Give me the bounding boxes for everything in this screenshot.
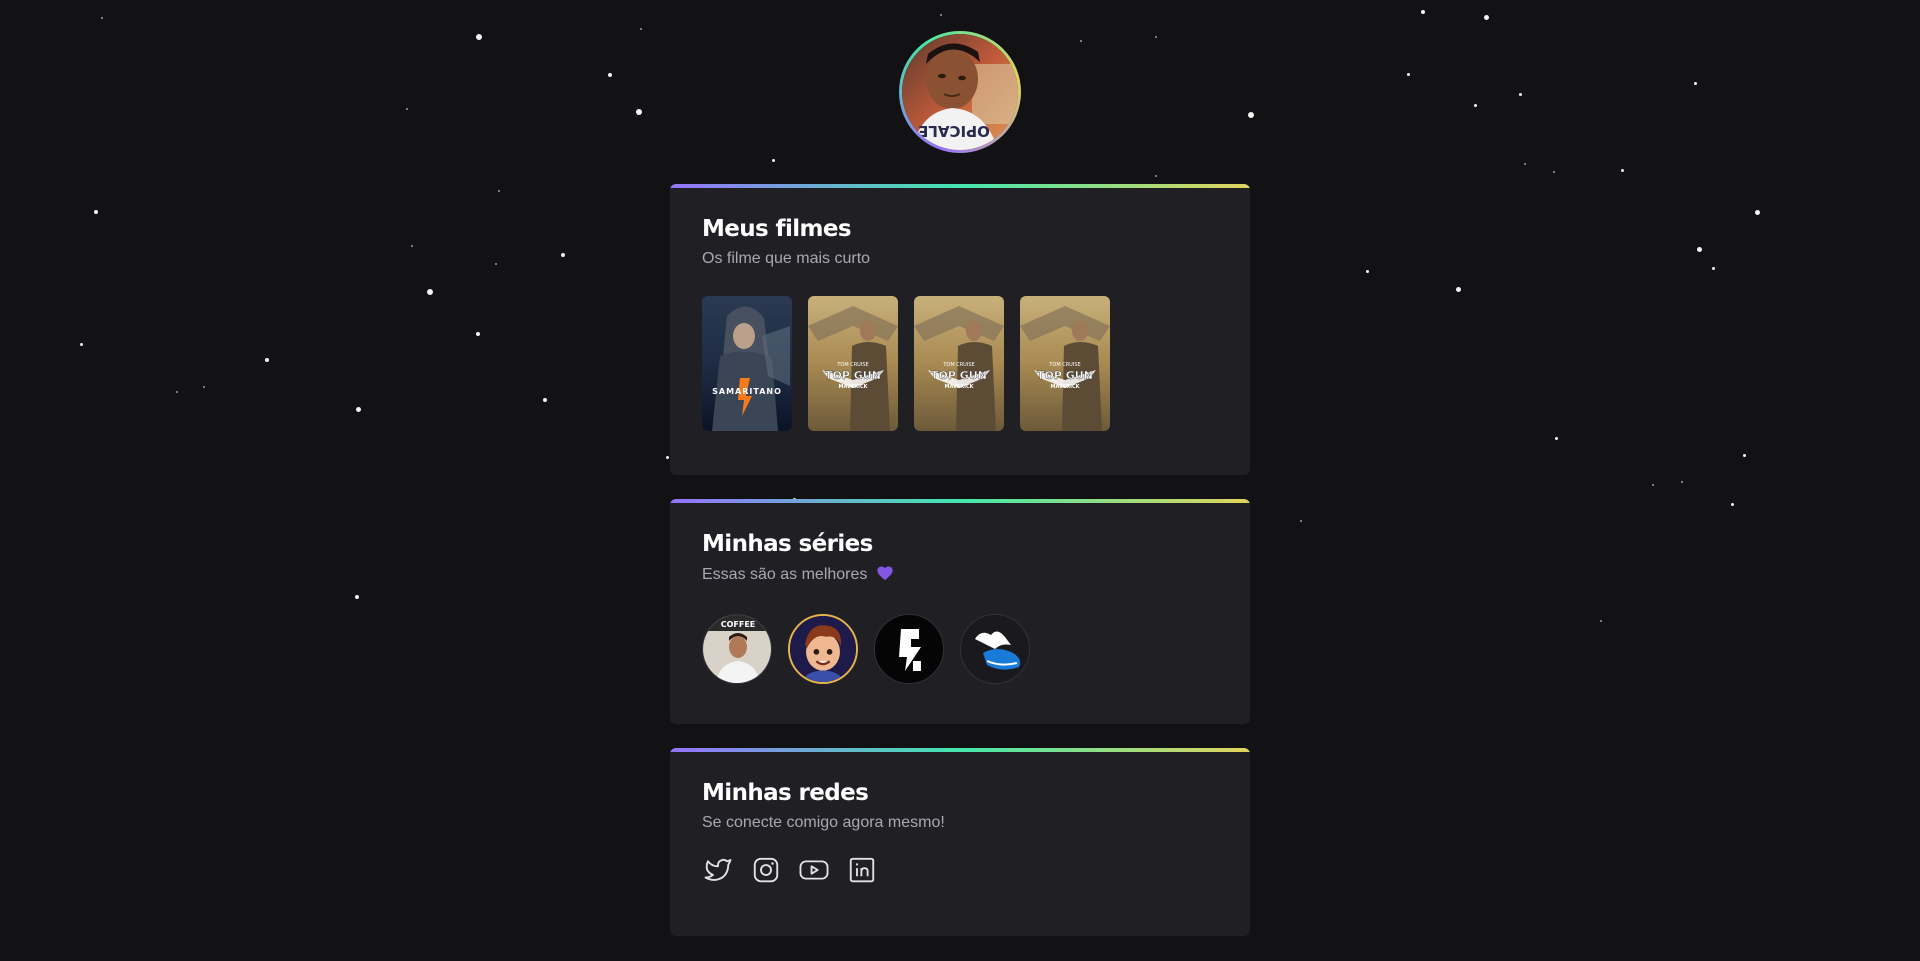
movies-subtitle: Os filme que mais curto xyxy=(702,250,871,267)
svg-text:MAVERICK: MAVERICK xyxy=(1050,384,1080,390)
linkedin-link[interactable] xyxy=(846,854,878,886)
profile-avatar[interactable]: OPICALE xyxy=(899,31,1021,153)
star xyxy=(1697,247,1702,252)
star xyxy=(94,210,98,214)
avatar-photo: OPICALE xyxy=(902,34,1018,150)
svg-text:TOM CRUISE: TOM CRUISE xyxy=(942,362,974,368)
socials-card: Minhas redes Se conecte comigo agora mes… xyxy=(670,748,1250,936)
star xyxy=(1484,15,1489,20)
star xyxy=(406,108,408,110)
socials-title: Minhas redes xyxy=(702,780,869,806)
star xyxy=(411,245,413,247)
svg-text:COFFEE: COFFEE xyxy=(721,620,756,629)
movie-poster-top-gun[interactable]: TOM CRUISE TOP GUN MAVERICK xyxy=(1020,296,1110,431)
movies-list: SAMARITANO TOM CRUISE TOP GUN MAVERICK T… xyxy=(702,296,1218,431)
star xyxy=(666,456,669,459)
star xyxy=(1456,287,1461,292)
star xyxy=(1743,454,1746,457)
movies-card: Meus filmes Os filme que mais curto SAMA… xyxy=(670,184,1250,475)
star xyxy=(561,253,565,257)
series-subtitle-line: Essas são as melhores xyxy=(702,565,1218,584)
star xyxy=(498,190,500,192)
star xyxy=(176,391,178,393)
star xyxy=(356,407,361,412)
star xyxy=(1524,163,1526,165)
star xyxy=(640,28,642,30)
star xyxy=(1248,112,1254,118)
star xyxy=(1553,171,1555,173)
twitter-link[interactable] xyxy=(702,854,734,886)
star xyxy=(1080,40,1082,42)
movies-title: Meus filmes xyxy=(702,216,852,242)
star xyxy=(1681,481,1683,483)
youtube-link[interactable] xyxy=(798,854,830,886)
star xyxy=(476,332,480,336)
svg-text:SAMARITANO: SAMARITANO xyxy=(712,387,782,396)
star xyxy=(355,595,359,599)
movie-poster-top-gun[interactable]: TOM CRUISE TOP GUN MAVERICK xyxy=(808,296,898,431)
series-title: Minhas séries xyxy=(702,531,873,557)
series-list: COFFEE xyxy=(702,614,1218,684)
series-subtitle: Essas são as melhores xyxy=(702,566,868,583)
series-avatar[interactable] xyxy=(960,614,1030,684)
star xyxy=(543,398,547,402)
star xyxy=(608,73,612,77)
linkedin-icon xyxy=(849,857,875,883)
series-avatar[interactable]: COFFEE xyxy=(702,614,772,684)
star xyxy=(1652,484,1654,486)
star xyxy=(1300,520,1302,522)
movie-poster-top-gun[interactable]: TOM CRUISE TOP GUN MAVERICK xyxy=(914,296,1004,431)
svg-text:TOM CRUISE: TOM CRUISE xyxy=(836,362,868,368)
twitter-icon xyxy=(704,858,732,881)
series-avatar[interactable] xyxy=(788,614,858,684)
star xyxy=(772,159,775,162)
star xyxy=(636,109,642,115)
star xyxy=(1407,73,1410,76)
star xyxy=(101,17,103,19)
star xyxy=(80,343,83,346)
shirt-text: OPICALE xyxy=(918,122,990,140)
star xyxy=(476,34,482,40)
series-card: Minhas séries Essas são as melhores COFF… xyxy=(670,499,1250,724)
star xyxy=(1366,270,1369,273)
svg-text:TOM CRUISE: TOM CRUISE xyxy=(1048,362,1080,368)
star xyxy=(1155,175,1157,177)
star xyxy=(1694,82,1697,85)
instagram-icon xyxy=(753,857,779,883)
star xyxy=(1621,169,1624,172)
socials-list xyxy=(702,854,1218,886)
svg-text:MAVERICK: MAVERICK xyxy=(838,384,868,390)
star xyxy=(1600,620,1602,622)
star xyxy=(1421,10,1425,14)
star xyxy=(1731,503,1734,506)
svg-text:MAVERICK: MAVERICK xyxy=(944,384,974,390)
instagram-link[interactable] xyxy=(750,854,782,886)
svg-text:TOP GUN: TOP GUN xyxy=(825,369,881,382)
star xyxy=(1155,36,1157,38)
star xyxy=(265,358,269,362)
star xyxy=(1519,93,1522,96)
star xyxy=(495,263,497,265)
youtube-icon xyxy=(799,860,829,880)
star xyxy=(1712,267,1715,270)
heart-icon xyxy=(877,566,893,581)
star xyxy=(203,386,205,388)
movie-poster-samaritano[interactable]: SAMARITANO xyxy=(702,296,792,431)
star xyxy=(1474,104,1477,107)
series-avatar[interactable] xyxy=(874,614,944,684)
star xyxy=(1555,437,1558,440)
star xyxy=(1755,210,1760,215)
star xyxy=(427,289,433,295)
svg-text:TOP GUN: TOP GUN xyxy=(1037,369,1093,382)
socials-subtitle: Se conecte comigo agora mesmo! xyxy=(702,814,945,831)
star xyxy=(940,14,942,16)
svg-text:TOP GUN: TOP GUN xyxy=(931,369,987,382)
